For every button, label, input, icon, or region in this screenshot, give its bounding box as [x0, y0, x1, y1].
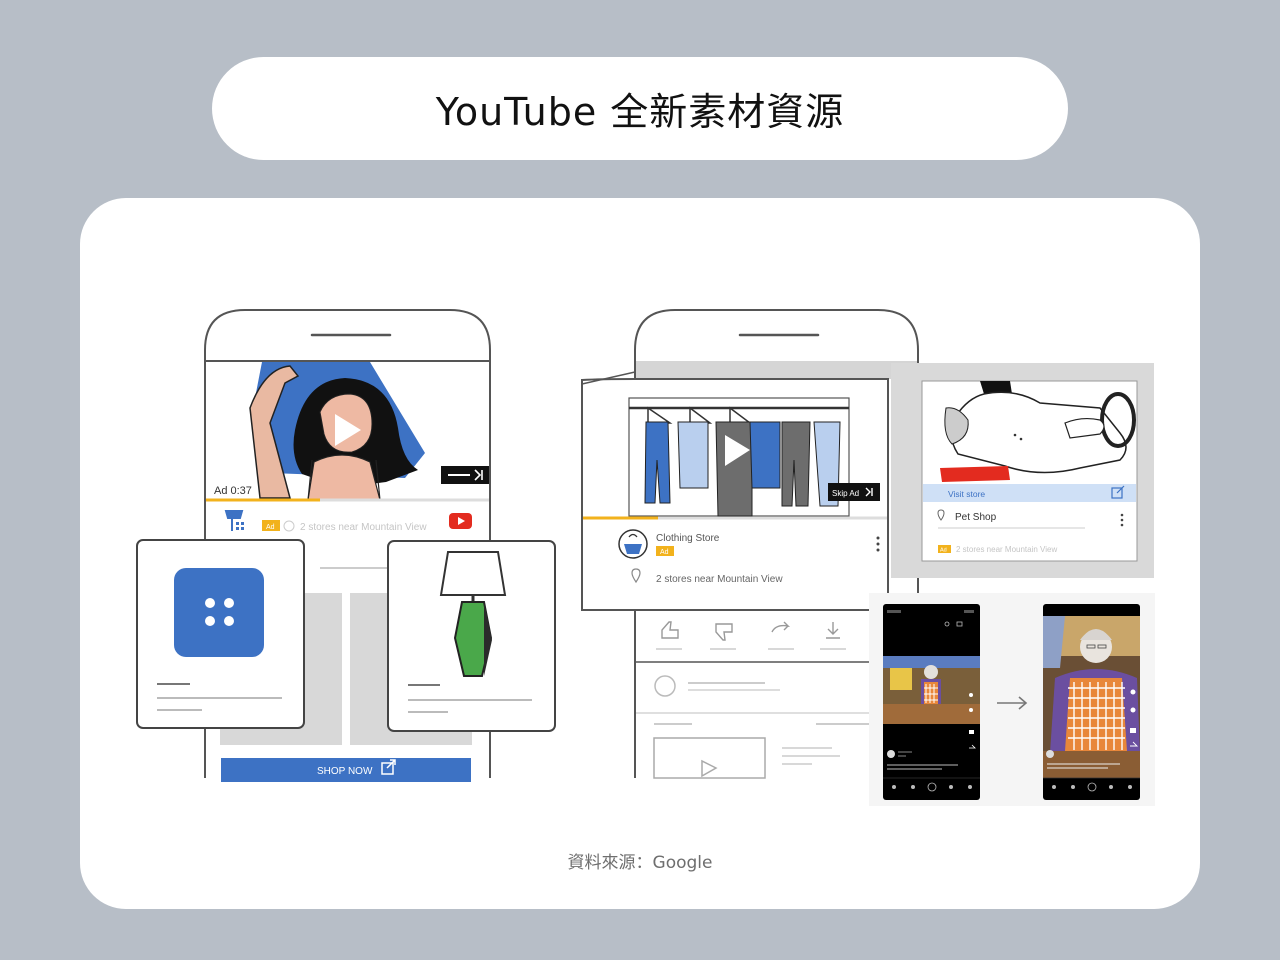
visit-store-button[interactable]: Visit store	[923, 484, 1136, 502]
vertical-video-comparison	[869, 593, 1155, 806]
dislike-icon	[969, 708, 973, 712]
title-banner: YouTube 全新素材資源	[212, 57, 1068, 160]
store-name: Clothing Store	[656, 533, 720, 544]
home-icon	[892, 785, 896, 789]
like-icon	[1130, 689, 1136, 695]
svg-text:Ad: Ad	[266, 524, 275, 531]
vertical-phone-before[interactable]	[883, 604, 980, 800]
page-title: YouTube 全新素材資源	[435, 90, 845, 134]
source-caption: 資料來源：Google	[567, 853, 713, 873]
video-thumbnail-woman[interactable]: Ad 0:37	[206, 362, 489, 502]
pet-shop-card[interactable]: Visit store Pet Shop Ad 2 stores near Mo…	[891, 363, 1154, 578]
more-options-icon	[876, 536, 880, 540]
middle-phone: Skip Ad Clothing Store Ad 2 stores near …	[581, 309, 919, 779]
more-options-icon	[1120, 513, 1124, 517]
stores-near-text: 2 stores near Mountain View	[956, 545, 1057, 554]
chef-face	[924, 665, 938, 679]
vertical-phone-after[interactable]	[1043, 604, 1140, 800]
skip-ad-button[interactable]: Skip Ad	[828, 483, 880, 501]
product-card-app[interactable]	[136, 539, 305, 729]
stores-near-text: 2 stores near Mountain View	[300, 522, 427, 533]
shorts-icon	[911, 785, 915, 789]
skip-ad-label: Skip Ad	[832, 489, 859, 498]
channel-avatar	[1046, 750, 1054, 758]
channel-avatar	[887, 750, 895, 758]
library-icon	[1128, 785, 1132, 789]
dislike-icon	[1130, 707, 1136, 713]
subscriptions-icon	[949, 785, 953, 789]
shop-now-label: SHOP NOW	[317, 766, 373, 777]
video-thumbnail-clothing[interactable]: Skip Ad	[583, 397, 887, 520]
app-icon	[174, 568, 264, 657]
comment-icon	[969, 730, 974, 734]
svg-text:Ad: Ad	[940, 548, 947, 554]
shop-now-button[interactable]: SHOP NOW	[221, 758, 471, 782]
stores-near-text: 2 stores near Mountain View	[656, 574, 783, 585]
svg-text:Ad: Ad	[660, 549, 669, 556]
subscriptions-icon	[1109, 785, 1113, 789]
next-video-thumbnail[interactable]	[653, 737, 766, 779]
visit-store-label: Visit store	[948, 489, 985, 499]
store-name: Pet Shop	[955, 512, 997, 523]
home-icon	[1052, 785, 1056, 789]
content-card: Ad 0:37 Ad 2 stores near Mountain View S…	[80, 198, 1200, 909]
comment-icon	[1130, 728, 1136, 733]
library-icon	[968, 785, 972, 789]
product-card-lamp[interactable]	[387, 540, 556, 732]
ad-timer: Ad 0:37	[214, 485, 252, 497]
lamp-product-icon	[439, 551, 507, 596]
shorts-icon	[1071, 785, 1075, 789]
ad-formats-illustration: Ad 0:37 Ad 2 stores near Mountain View S…	[136, 309, 1155, 806]
like-icon	[969, 693, 973, 697]
